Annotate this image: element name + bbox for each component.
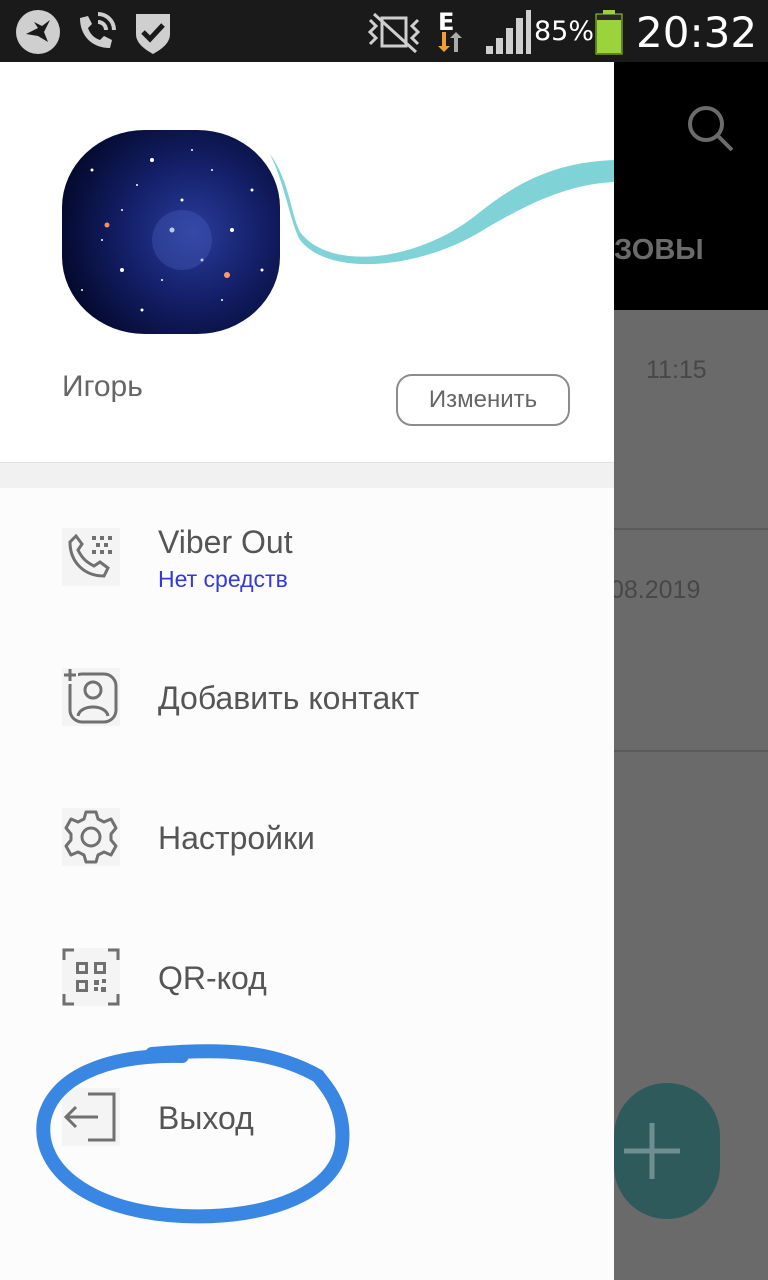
new-call-button[interactable] — [614, 1083, 720, 1219]
data-arrows-icon — [438, 32, 462, 52]
call-date: 08.2019 — [614, 576, 701, 604]
list-divider — [614, 750, 768, 752]
battery-percent: 85% — [534, 16, 595, 47]
menu-item-label: Настройки — [158, 820, 315, 856]
menu-item-settings[interactable]: Настройки — [0, 778, 614, 898]
menu-item-viber-out[interactable]: Viber Out Нет средств — [0, 510, 614, 630]
menu-item-qr-code[interactable]: QR-код — [0, 918, 614, 1038]
edit-profile-button[interactable]: Изменить — [396, 374, 570, 426]
clock-time: 20:32 — [636, 8, 758, 57]
viber-out-phone-icon — [62, 528, 120, 586]
section-divider — [0, 462, 614, 488]
shield-check-icon — [136, 14, 170, 54]
call-time: 11:15 — [646, 356, 707, 384]
vibrate-mute-icon — [367, 12, 421, 54]
signal-icon — [486, 10, 531, 54]
annotation-circle — [36, 1044, 350, 1224]
gear-icon — [62, 808, 120, 866]
avatar-starfield-image — [81, 149, 264, 312]
profile-name: Игорь — [62, 370, 143, 403]
menu-item-label: Viber Out — [158, 524, 293, 560]
background-app: ЗОВЫ 11:15 08.2019 — [614, 62, 768, 1280]
plus-icon — [624, 1123, 680, 1179]
list-divider — [614, 528, 768, 530]
search-icon[interactable] — [684, 102, 736, 154]
tab-calls[interactable]: ЗОВЫ — [614, 234, 704, 267]
wifi-call-icon — [80, 12, 116, 48]
avatar[interactable] — [62, 130, 280, 334]
profile-header: Игорь Изменить — [0, 62, 614, 462]
add-contact-icon — [62, 668, 120, 726]
menu-item-label: Добавить контакт — [158, 680, 420, 716]
menu-item-label: QR-код — [158, 960, 267, 996]
qr-code-icon — [62, 948, 120, 1006]
bird-notification-icon — [16, 10, 60, 54]
status-bar: E 85% 20:32 — [0, 0, 768, 62]
menu-item-add-contact[interactable]: Добавить контакт — [0, 638, 614, 758]
background-app-header: ЗОВЫ — [614, 62, 768, 310]
viber-out-balance: Нет средств — [158, 566, 288, 592]
battery-icon — [595, 10, 623, 55]
